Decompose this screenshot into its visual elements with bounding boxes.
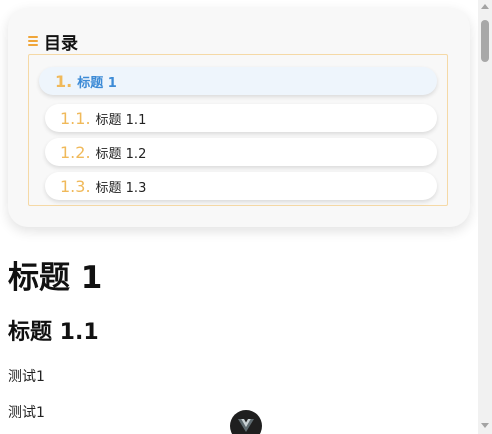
toc-item-number: 1.	[55, 71, 73, 91]
scrollbar-thumb[interactable]	[481, 20, 489, 62]
page-viewport: 目录 1. 标题 1 1.1. 标题 1.1 1.2. 标题 1.2 1.3. …	[0, 0, 478, 434]
toc-item-label: 标题 1.1	[95, 112, 147, 128]
toc-item-label: 标题 1.2	[95, 146, 147, 162]
toc-item-number: 1.2.	[60, 142, 91, 162]
paragraph: 测试1	[8, 369, 45, 385]
toc-item-1-3[interactable]: 1.3. 标题 1.3	[45, 172, 437, 200]
scroll-up-icon[interactable]	[481, 4, 489, 9]
toc-title: 目录	[44, 33, 78, 54]
toc-item-label: 标题 1	[77, 75, 117, 91]
paragraph: 测试1	[8, 405, 45, 421]
table-of-contents-card: 目录 1. 标题 1 1.1. 标题 1.1 1.2. 标题 1.2 1.3. …	[8, 8, 470, 227]
toc-item-number: 1.1.	[60, 108, 91, 128]
toc-item-label: 标题 1.3	[95, 180, 147, 196]
vue-logo-icon	[238, 419, 254, 432]
toc-item-1-2[interactable]: 1.2. 标题 1.2	[45, 138, 437, 166]
heading-1: 标题 1	[8, 260, 103, 296]
list-icon	[28, 36, 38, 46]
toc-header: 目录	[28, 29, 78, 54]
scroll-down-icon[interactable]	[481, 423, 489, 428]
toc-item-1-1[interactable]: 1.1. 标题 1.1	[45, 104, 437, 132]
heading-1-1: 标题 1.1	[8, 320, 99, 345]
toc-list: 1. 标题 1 1.1. 标题 1.1 1.2. 标题 1.2 1.3. 标题 …	[28, 54, 448, 206]
vue-devtools-button[interactable]	[230, 410, 262, 434]
vertical-scrollbar[interactable]	[478, 0, 492, 434]
toc-item-number: 1.3.	[60, 176, 91, 196]
toc-item-1[interactable]: 1. 标题 1	[39, 67, 437, 95]
